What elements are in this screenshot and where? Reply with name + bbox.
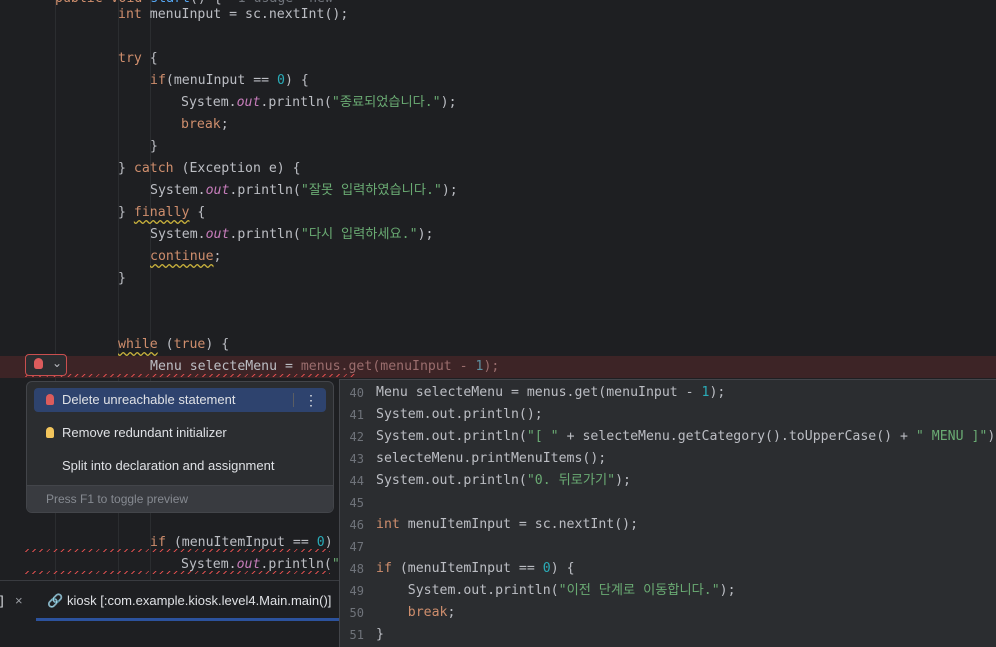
tab-scroll-indicator [36, 618, 339, 621]
preview-line: 44 System.out.println("0. 뒤로가기"); [349, 473, 631, 488]
code-line: } finally { [118, 205, 206, 220]
yellow-bulb-icon [46, 427, 54, 438]
quickfix-delete-unreachable[interactable]: Delete unreachable statement ⋮ [34, 388, 326, 412]
code-line: int menuInput = sc.nextInt(); [118, 7, 349, 22]
preview-line: 43 selecteMenu.printMenuItems(); [349, 451, 607, 466]
run-tool-window-tabs: ] × 🔗 kiosk [:com.example.kiosk.level4.M… [0, 580, 339, 647]
code-line: if(menuInput == 0) { [150, 73, 309, 88]
close-icon[interactable]: × [15, 590, 23, 612]
preview-line: 41 System.out.println(); [349, 407, 543, 422]
string-literal: "다시 입력하세요." [300, 227, 418, 242]
code-line: continue; [150, 249, 222, 264]
intention-bulb-button[interactable]: ⌄ [25, 354, 67, 376]
quickfix-label: Remove redundant initializer [62, 425, 227, 440]
more-options-icon[interactable]: ⋮ [304, 388, 318, 412]
preview-line: 47 [349, 540, 364, 554]
quickfix-label: Delete unreachable statement [62, 392, 236, 407]
code-line: System.out.println("다시 입력하세요."); [150, 227, 434, 242]
quickfix-label: Split into declaration and assignment [62, 458, 275, 473]
tab-run-kiosk[interactable]: kiosk [:com.example.kiosk.level4.Main.ma… [67, 590, 331, 612]
tab-fragment[interactable]: ] [0, 590, 4, 612]
code-line: break; [181, 117, 229, 132]
run-config-icon: 🔗 [47, 593, 64, 608]
error-bulb-icon [34, 358, 43, 369]
preview-line: 40 Menu selecteMenu = menus.get(menuInput… [349, 385, 726, 400]
fix-preview-pane: 40 Menu selecteMenu = menus.get(menuInput… [339, 379, 996, 647]
code-line: while (true) { [118, 337, 230, 352]
preview-line: 42 System.out.println("[ " + selecteMenu.… [349, 429, 996, 444]
preview-line: 51} [349, 627, 384, 642]
quickfix-remove-initializer[interactable]: Remove redundant initializer [34, 421, 326, 445]
string-literal: "잘못 입력하였습니다." [300, 183, 442, 198]
quick-fix-popup: Delete unreachable statement ⋮ Remove re… [26, 381, 334, 513]
preview-line: 49 System.out.println("이전 단계로 이동합니다."); [349, 583, 736, 598]
code-line: try { [118, 51, 158, 66]
preview-line: 50 break; [349, 605, 456, 620]
code-line: } catch (Exception e) { [118, 161, 301, 176]
popup-footer: Press F1 to toggle preview [27, 485, 333, 512]
preview-line: 48 if (menuItemInput == 0) { [349, 561, 575, 576]
quickfix-split-declaration[interactable]: Split into declaration and assignment [34, 454, 326, 478]
code-line: } [118, 271, 126, 286]
code-line: System.out.println("종료되었습니다."); [181, 95, 457, 110]
preview-line: 46 int menuItemInput = sc.nextInt(); [349, 517, 639, 532]
string-literal: "종료되었습니다." [331, 95, 441, 110]
preview-line: 45 [349, 496, 364, 510]
chevron-down-icon: ⌄ [52, 356, 63, 370]
code-line: System.out.println("잘못 입력하였습니다."); [150, 183, 458, 198]
error-bulb-icon [46, 394, 54, 405]
code-line: } [150, 139, 158, 154]
